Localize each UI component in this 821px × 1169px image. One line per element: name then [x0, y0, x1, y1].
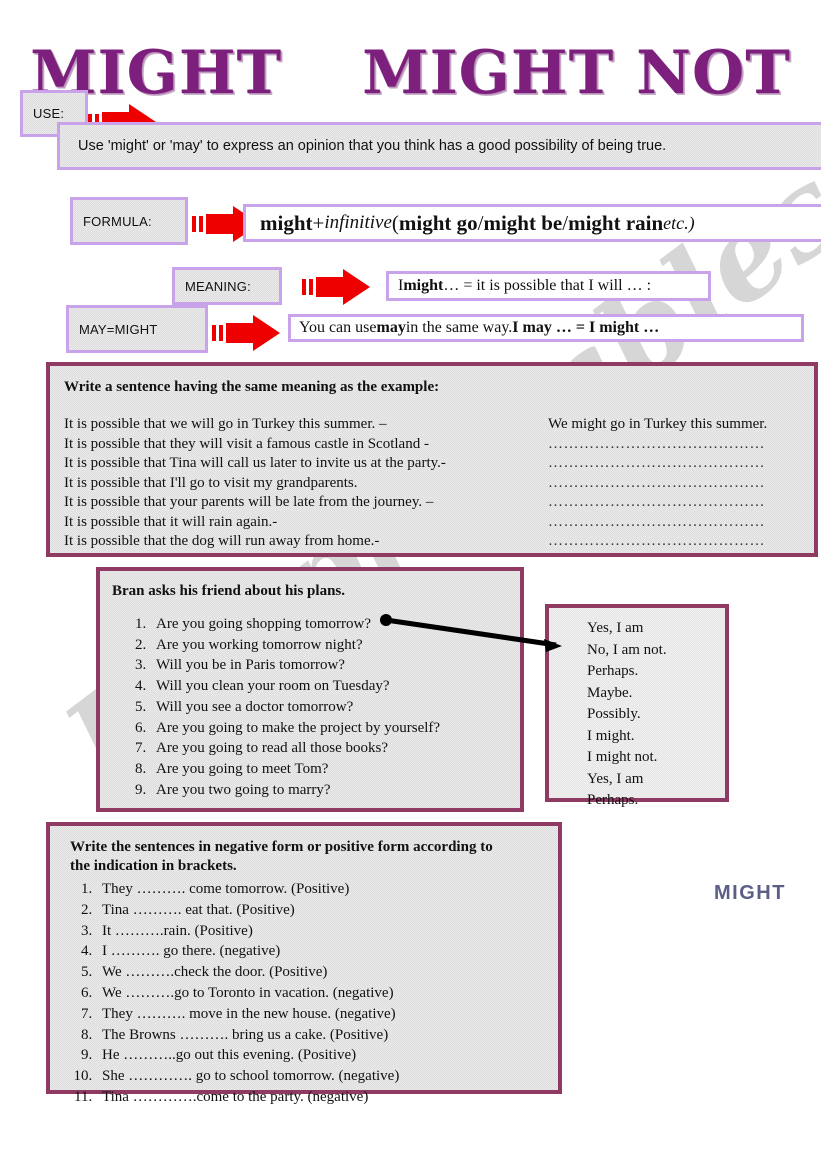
list-item[interactable]: Tina ………. eat that. (Positive) — [96, 900, 548, 921]
list-item: I might not. — [587, 749, 658, 765]
arrow-may-might-icon — [210, 314, 282, 352]
list-item: Will you clean your room on Tuesday? — [150, 676, 510, 697]
label-use-text: USE: — [33, 106, 65, 121]
list-item: Are you working tomorrow night? — [150, 635, 510, 656]
exercise2-questions-panel: Bran asks his friend about his plans. Ar… — [96, 567, 524, 812]
meaning-rest: … = it is possible that I will … : — [443, 277, 652, 294]
formula-might-go: might go — [398, 210, 478, 235]
list-item[interactable]: It ……….rain. (Positive) — [96, 921, 548, 942]
list-item: Are you going to make the project by you… — [150, 718, 510, 739]
list-item: Are you two going to marry? — [150, 780, 510, 801]
exercise1-prompt: It is possible that we will go in Turkey… — [64, 416, 387, 432]
list-item: Are you going to read all those books? — [150, 738, 510, 759]
list-item: Perhaps. — [587, 792, 639, 808]
exercise1-prompts: It is possible that we will go in Turkey… — [64, 415, 534, 552]
list-item: Will you see a doctor tomorrow? — [150, 697, 510, 718]
exercise3-item-list: They ………. come tomorrow. (Positive) Tina… — [70, 879, 548, 1108]
maymight-p4: I may … = I might … — [512, 319, 660, 336]
exercise1-answer-blank[interactable]: …………………………………… — [548, 435, 800, 455]
list-item[interactable]: Tina ………….come to the party. (negative) — [96, 1087, 548, 1108]
label-formula-text: FORMULA: — [83, 213, 152, 229]
exercise1-prompt: It is possible that Tina will call us la… — [64, 455, 446, 471]
exercise1-answer-blank[interactable]: …………………………………… — [548, 513, 800, 533]
list-item: Possibly. — [587, 706, 641, 722]
statement-may-might: You can use may in the same way. I may …… — [288, 314, 804, 342]
arrow-meaning-icon — [300, 268, 372, 306]
maymight-p3: in the same way. — [405, 319, 513, 336]
list-item[interactable]: We ……….check the door. (Positive) — [96, 962, 548, 983]
title-word-might-not: MIGHT NOT — [362, 38, 791, 108]
formula-plus: + — [312, 210, 325, 235]
list-item[interactable]: The Browns ………. bring us a cake. (Positi… — [96, 1025, 548, 1046]
exercise1-answer-blank[interactable]: …………………………………… — [548, 474, 800, 494]
statement-meaning: I might … = it is possible that I will …… — [386, 271, 711, 301]
formula-might-be: might be — [483, 210, 563, 235]
list-item: Will you be in Paris tomorrow? — [150, 655, 510, 676]
formula-might: might — [260, 210, 313, 235]
label-meaning: MEANING: — [172, 267, 282, 305]
label-may-might-text: MAY=MIGHT — [79, 321, 158, 337]
label-meaning-text: MEANING: — [185, 278, 251, 294]
exercise1-answers[interactable]: We might go in Turkey this summer. ……………… — [534, 415, 800, 552]
meaning-might: might — [403, 277, 444, 294]
exercise1-instruction: Write a sentence having the same meaning… — [64, 379, 440, 395]
exercise3-panel: Write the sentences in negative form or … — [46, 822, 562, 1105]
exercise1-answer-blank[interactable]: …………………………………… — [548, 532, 800, 552]
statement-use: Use 'might' or 'may' to express an opini… — [57, 122, 821, 170]
list-item[interactable]: They ………. move in the new house. (negati… — [96, 1004, 548, 1025]
exercise2-question-list: Are you going shopping tomorrow? Are you… — [112, 614, 510, 800]
exercise1-prompt: It is possible that the dog will run awa… — [64, 533, 380, 549]
label-formula: FORMULA: — [70, 197, 188, 245]
statement-use-text: Use 'might' or 'may' to express an opini… — [78, 138, 667, 154]
exercise1-rows: It is possible that we will go in Turkey… — [64, 415, 800, 552]
maymight-may: may — [376, 319, 406, 336]
label-may-might: MAY=MIGHT — [66, 305, 208, 353]
list-item: Maybe. — [587, 684, 633, 701]
list-item[interactable]: They ………. come tomorrow. (Positive) — [96, 879, 548, 900]
statement-formula: might + infinitive ( might go / might be… — [243, 204, 821, 242]
list-item[interactable]: I ………. go there. (negative) — [96, 941, 548, 962]
formula-etc: etc.) — [663, 212, 695, 233]
list-item: I might. — [587, 727, 635, 744]
exercise2-instruction: Bran asks his friend about his plans. — [112, 583, 345, 599]
list-item: Are you going to meet Tom? — [150, 759, 510, 780]
exercise1-prompt: It is possible that your parents will be… — [64, 494, 434, 510]
formula-might-rain: might rain — [568, 210, 664, 235]
exercise3-instruction-line1: Write the sentences in negative form or … — [70, 839, 493, 855]
list-item: Yes, I am — [587, 770, 644, 787]
worksheet-page: ESLprintables.com MIGHT MIGHT NOT USE: U… — [0, 0, 821, 1169]
list-item: Are you going shopping tomorrow? — [150, 614, 510, 635]
formula-open: ( — [391, 210, 399, 235]
exercise1-prompt: It is possible that I'll go to visit my … — [64, 474, 358, 491]
list-item[interactable]: She …………. go to school tomorrow. (negati… — [96, 1066, 548, 1087]
exercise1-answer-blank[interactable]: …………………………………… — [548, 454, 800, 474]
page-title: MIGHT MIGHT NOT — [0, 38, 821, 108]
list-item[interactable]: We ……….go to Toronto in vacation. (negat… — [96, 983, 548, 1004]
list-item: Perhaps. — [587, 663, 639, 679]
exercise1-prompt: It is possible that it will rain again.- — [64, 513, 278, 530]
footer-might-label: MIGHT — [714, 882, 786, 904]
formula-infinitive: infinitive — [324, 212, 392, 233]
exercise3-instruction-line2: the indication in brackets. — [70, 858, 237, 874]
exercise1-answer-example: We might go in Turkey this summer. — [548, 416, 768, 432]
exercise1-answer-blank[interactable]: …………………………………… — [548, 493, 800, 513]
exercise2-answers-panel: Yes, I am No, I am not. Perhaps. Maybe. … — [545, 604, 729, 808]
list-item: No, I am not. — [587, 641, 667, 658]
maymight-p1: You can use — [299, 319, 377, 336]
exercise1-panel: Write a sentence having the same meaning… — [46, 362, 818, 557]
list-item[interactable]: He ………..go out this evening. (Positive) — [96, 1045, 548, 1066]
exercise1-prompt: It is possible that they will visit a fa… — [64, 435, 429, 452]
list-item: Yes, I am — [587, 620, 644, 636]
